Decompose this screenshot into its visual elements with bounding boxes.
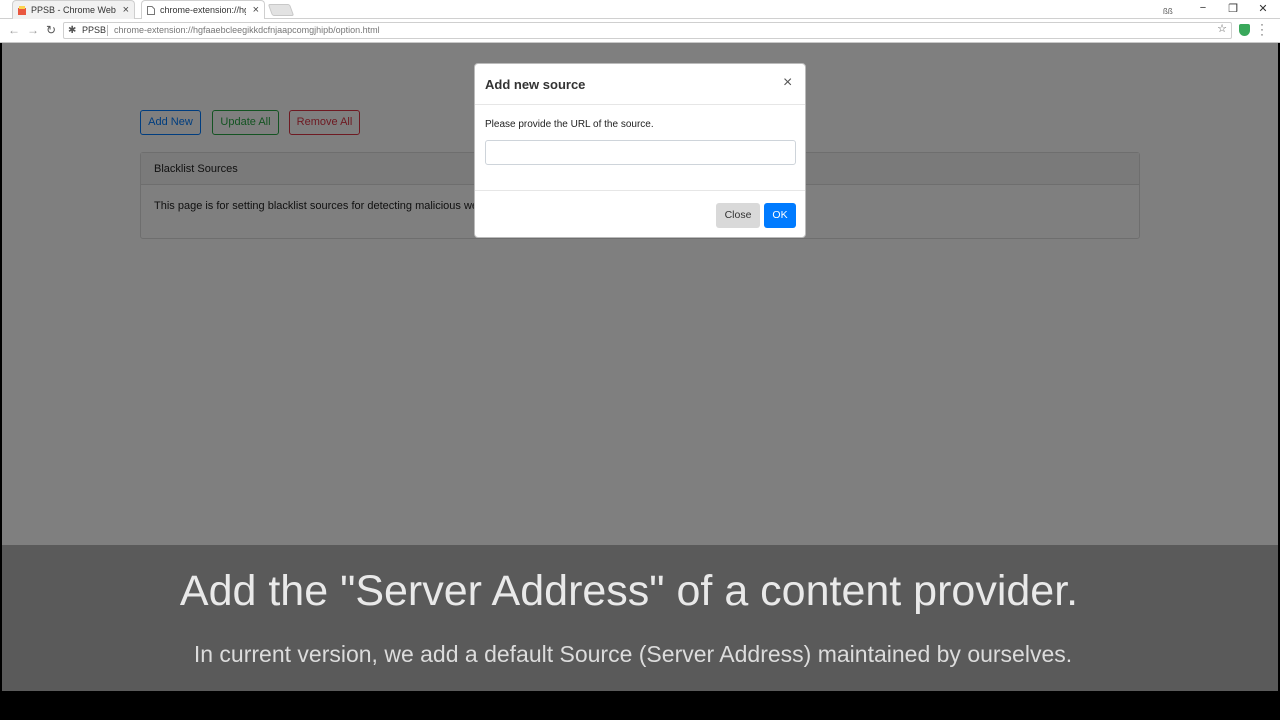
forward-button[interactable]: → xyxy=(27,23,39,37)
omnibox-chip: PPSB xyxy=(82,25,107,35)
modal-title: Add new source xyxy=(485,77,586,92)
tab-title: chrome-extension://hgfa xyxy=(160,5,246,15)
modal-header: Add new source × xyxy=(475,64,805,105)
browser-toolbar: ← → ↻ ✱ PPSB chrome-extension://hgfaaebc… xyxy=(0,18,1280,43)
modal-footer: Close OK xyxy=(475,190,805,238)
caption-title: Add the "Server Address" of a content pr… xyxy=(179,567,1079,615)
omnibox-url[interactable]: chrome-extension://hgfaaebcleegikkdcfnja… xyxy=(114,23,380,38)
caption-subtitle: In current version, we add a default Sou… xyxy=(193,641,1073,667)
screen: PPSB - Chrome Web Sto × chrome-extension… xyxy=(0,0,1280,720)
chrome-web-store-icon xyxy=(18,6,26,15)
tab-close-icon[interactable]: × xyxy=(253,1,259,19)
modal-prompt: Please provide the URL of the source. xyxy=(485,119,654,130)
source-url-input[interactable] xyxy=(485,140,796,165)
profile-icon[interactable]: ßß xyxy=(1163,7,1173,16)
shield-icon[interactable] xyxy=(1239,24,1250,36)
extension-puzzle-icon: ✱ xyxy=(68,25,77,36)
close-icon[interactable]: × xyxy=(783,74,792,92)
minimize-button[interactable]: − xyxy=(1193,2,1213,14)
tab-close-icon[interactable]: × xyxy=(123,1,129,19)
video-caption: Add the "Server Address" of a content pr… xyxy=(2,545,1278,691)
tab-title: PPSB - Chrome Web Sto xyxy=(31,5,117,15)
address-bar[interactable]: ✱ PPSB chrome-extension://hgfaaebcleegik… xyxy=(63,22,1232,39)
tab-strip: PPSB - Chrome Web Sto × chrome-extension… xyxy=(0,0,1280,19)
reload-button[interactable]: ↻ xyxy=(46,23,56,37)
tab-chrome-web-store[interactable]: PPSB - Chrome Web Sto × xyxy=(12,0,135,19)
omnibox-separator xyxy=(107,25,108,36)
ok-button[interactable]: OK xyxy=(764,203,796,228)
window-close-button[interactable]: ✕ xyxy=(1253,2,1273,15)
add-source-modal: Add new source × Please provide the URL … xyxy=(474,63,806,238)
tab-extension-options[interactable]: chrome-extension://hgfa × xyxy=(141,0,265,19)
new-tab-button[interactable] xyxy=(267,4,295,16)
bookmark-star-icon[interactable]: ☆ xyxy=(1217,22,1227,37)
page-icon xyxy=(147,6,155,15)
restore-button[interactable]: ❐ xyxy=(1223,2,1243,15)
back-button[interactable]: ← xyxy=(8,23,20,37)
close-button[interactable]: Close xyxy=(716,203,760,228)
menu-dots-icon[interactable]: · · · xyxy=(1260,18,1264,40)
